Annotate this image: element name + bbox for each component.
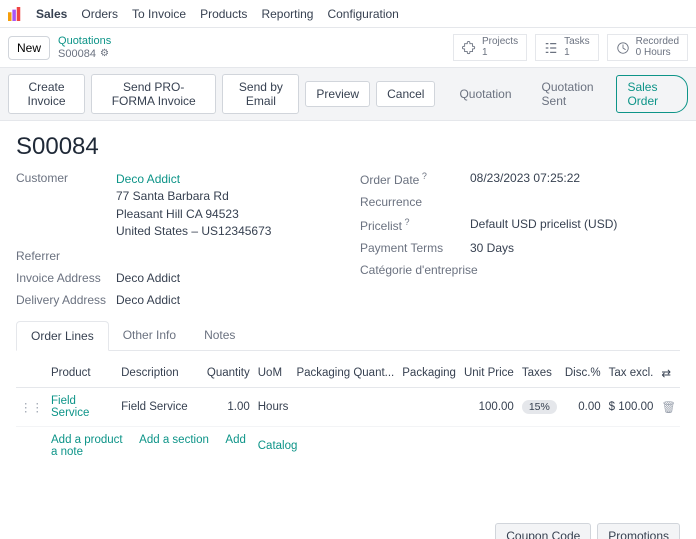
record-title: S00084 xyxy=(16,133,680,161)
statbox-tasks[interactable]: Tasks1 xyxy=(535,34,599,61)
order-date-value: 08/23/2023 07:25:22 xyxy=(470,171,580,185)
statbox-tasks-value: 1 xyxy=(564,48,590,59)
stage-quotation[interactable]: Quotation xyxy=(447,82,523,106)
line-tax-excl: $ 100.00 xyxy=(605,387,658,426)
customer-addr2: Pleasant Hill CA 94523 xyxy=(116,206,271,223)
statbox-recorded-value: 0 Hours xyxy=(636,48,679,59)
invoice-address-label: Invoice Address xyxy=(16,271,116,285)
customer-name-link[interactable]: Deco Addict xyxy=(116,171,271,188)
preview-button[interactable]: Preview xyxy=(305,81,370,107)
col-taxes[interactable]: Taxes xyxy=(518,359,561,388)
nav-reporting[interactable]: Reporting xyxy=(261,7,313,21)
referrer-label: Referrer xyxy=(16,249,116,263)
pricelist-label: Pricelist ? xyxy=(360,217,470,233)
form-sheet: S00084 Customer Deco Addict 77 Santa Bar… xyxy=(0,121,696,359)
stage-quotation-sent[interactable]: Quotation Sent xyxy=(530,75,611,113)
breadcrumb-current: S00084 xyxy=(58,48,96,61)
recurrence-label: Recurrence xyxy=(360,195,470,209)
stage-sales-order[interactable]: Sales Order xyxy=(616,75,688,113)
order-lines-table-wrap: Product Description Quantity UoM Packagi… xyxy=(0,359,696,515)
statbox-projects[interactable]: Projects1 xyxy=(453,34,527,61)
payment-terms-value[interactable]: 30 Days xyxy=(470,241,514,255)
trash-icon[interactable]: 🗑 xyxy=(657,387,680,426)
statbox-recorded-label: Recorded xyxy=(636,37,679,48)
drag-handle-icon[interactable]: ⋮⋮ xyxy=(16,387,47,426)
help-icon[interactable]: ? xyxy=(419,171,427,181)
delivery-address-value[interactable]: Deco Addict xyxy=(116,293,180,307)
line-qty[interactable]: 1.00 xyxy=(196,387,253,426)
col-quantity[interactable]: Quantity xyxy=(196,359,253,388)
cancel-button[interactable]: Cancel xyxy=(376,81,435,107)
clock-icon xyxy=(616,41,630,55)
add-section-link[interactable]: Add a section xyxy=(139,434,209,446)
line-uom[interactable]: Hours xyxy=(254,387,293,426)
catalog-link[interactable]: Catalog xyxy=(258,440,298,452)
pricelist-value[interactable]: Default USD pricelist (USD) xyxy=(470,217,617,231)
line-description[interactable]: Field Service xyxy=(117,387,196,426)
promotions-button[interactable]: Promotions xyxy=(597,523,680,539)
tab-notes[interactable]: Notes xyxy=(190,321,249,350)
statbox-projects-value: 1 xyxy=(482,48,518,59)
puzzle-icon xyxy=(462,41,476,55)
line-product-link[interactable]: Field Service xyxy=(51,395,89,419)
action-bar: Create Invoice Send PRO-FORMA Invoice Se… xyxy=(0,67,696,121)
line-unit-price[interactable]: 100.00 xyxy=(460,387,518,426)
form-footer: Coupon Code Promotions Terms & Condition… xyxy=(0,515,696,539)
nav-products[interactable]: Products xyxy=(200,7,247,21)
col-packaging[interactable]: Packaging xyxy=(398,359,460,388)
app-logo-icon xyxy=(8,7,22,21)
nav-to-invoice[interactable]: To Invoice xyxy=(132,7,186,21)
statbox-projects-label: Projects xyxy=(482,37,518,48)
nav-sales[interactable]: Sales xyxy=(36,7,67,21)
statbox-tasks-label: Tasks xyxy=(564,37,590,48)
col-description[interactable]: Description xyxy=(117,359,196,388)
sliders-icon: ⇄ xyxy=(661,368,671,380)
new-button[interactable]: New xyxy=(8,36,50,60)
delivery-address-label: Delivery Address xyxy=(16,293,116,307)
nav-orders[interactable]: Orders xyxy=(81,7,118,21)
control-row: New Quotations S00084 ⚙ Projects1 Tasks1… xyxy=(0,28,696,67)
help-icon[interactable]: ? xyxy=(402,217,410,227)
tasks-icon xyxy=(544,41,558,55)
send-proforma-button[interactable]: Send PRO-FORMA Invoice xyxy=(91,74,216,114)
tab-order-lines[interactable]: Order Lines xyxy=(16,321,109,351)
statbox-recorded[interactable]: Recorded0 Hours xyxy=(607,34,688,61)
col-pkg-qty[interactable]: Packaging Quant... xyxy=(292,359,398,388)
customer-addr1: 77 Santa Barbara Rd xyxy=(116,188,271,205)
order-date-label: Order Date ? xyxy=(360,171,470,187)
col-disc[interactable]: Disc.% xyxy=(561,359,605,388)
col-tax-excl[interactable]: Tax excl. xyxy=(605,359,658,388)
table-row[interactable]: ⋮⋮ Field Service Field Service 1.00 Hour… xyxy=(16,387,680,426)
breadcrumb: Quotations S00084 ⚙ xyxy=(58,35,111,60)
send-email-button[interactable]: Send by Email xyxy=(222,74,299,114)
coupon-code-button[interactable]: Coupon Code xyxy=(495,523,591,539)
line-tax-pill[interactable]: 15% xyxy=(522,400,557,414)
col-settings[interactable]: ⇄ xyxy=(657,359,680,388)
notebook-tabs: Order Lines Other Info Notes xyxy=(16,321,680,351)
order-lines-table: Product Description Quantity UoM Packagi… xyxy=(16,359,680,515)
tab-other-info[interactable]: Other Info xyxy=(109,321,190,350)
breadcrumb-parent[interactable]: Quotations xyxy=(58,35,111,48)
nav-configuration[interactable]: Configuration xyxy=(327,7,398,21)
top-nav: Sales Orders To Invoice Products Reporti… xyxy=(0,0,696,28)
customer-addr3: United States – US12345673 xyxy=(116,223,271,240)
line-disc[interactable]: 0.00 xyxy=(561,387,605,426)
create-invoice-button[interactable]: Create Invoice xyxy=(8,74,85,114)
customer-label: Customer xyxy=(16,171,116,185)
invoice-address-value[interactable]: Deco Addict xyxy=(116,271,180,285)
payment-terms-label: Payment Terms xyxy=(360,241,470,255)
col-uom[interactable]: UoM xyxy=(254,359,293,388)
add-product-link[interactable]: Add a product xyxy=(51,434,123,446)
col-product[interactable]: Product xyxy=(47,359,117,388)
col-unit-price[interactable]: Unit Price xyxy=(460,359,518,388)
gear-icon[interactable]: ⚙ xyxy=(100,48,109,60)
company-category-label: Catégorie d'entreprise xyxy=(360,263,500,277)
